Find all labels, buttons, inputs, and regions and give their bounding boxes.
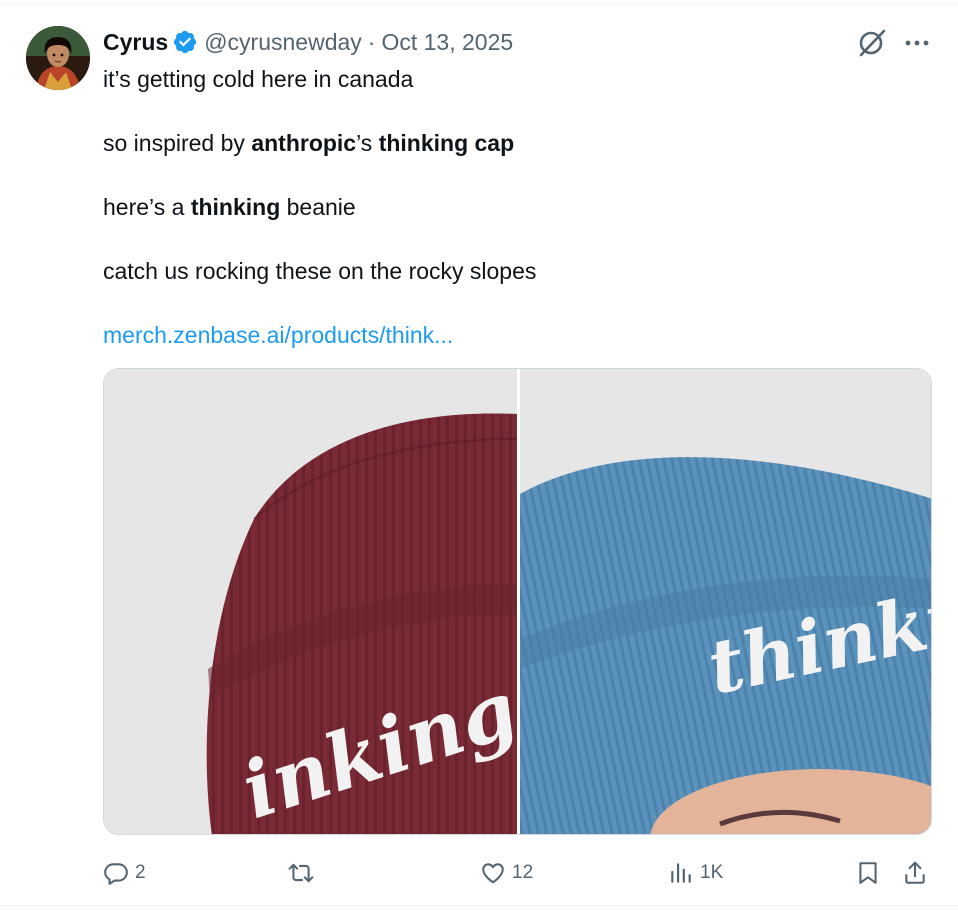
header-separator: · xyxy=(367,28,376,55)
views-count: 1K xyxy=(700,862,724,883)
tweet-line-4-text: catch us rocking these on the rocky slop… xyxy=(103,258,537,284)
tweet-header: Cyrus @cyrusnewday · Oct 13, 2025 xyxy=(103,27,513,57)
bottom-divider xyxy=(0,905,958,906)
product-link[interactable]: merch.zenbase.ai/products/think... xyxy=(103,322,453,348)
bookmark-icon xyxy=(859,862,877,884)
like-count: 12 xyxy=(512,862,534,883)
tweet-link-line: merch.zenbase.ai/products/think... xyxy=(103,319,933,351)
media-image-blue-beanie[interactable]: thinki xyxy=(520,369,931,834)
tweet-line-2: so inspired by anthropic’s thinking cap xyxy=(103,127,933,159)
more-options-icon[interactable] xyxy=(903,33,931,53)
reply-count: 2 xyxy=(135,862,146,883)
avatar[interactable] xyxy=(26,26,90,90)
like-button[interactable]: 12 xyxy=(480,853,533,893)
reply-icon xyxy=(104,863,128,885)
tweet-line-3-bold-thinking: thinking xyxy=(190,194,281,220)
views-chart-icon xyxy=(671,863,691,883)
author-handle[interactable]: @cyrusnewday xyxy=(204,29,362,56)
verified-badge-icon[interactable] xyxy=(172,29,198,55)
media-image-maroon-beanie[interactable]: inking xyxy=(104,369,517,834)
tweet-line-3: here’s a thinking beanie xyxy=(103,191,933,223)
bookmark-button[interactable] xyxy=(855,853,881,893)
tweet-line-4: catch us rocking these on the rocky slop… xyxy=(103,255,933,287)
tweet-line-2-part-c: ’s xyxy=(356,130,379,156)
profile-avatar-icon xyxy=(26,26,90,90)
grok-icon[interactable] xyxy=(857,28,889,58)
retweet-button[interactable] xyxy=(288,853,320,893)
tweet-actions: 2 12 1K xyxy=(103,853,933,893)
author-display-name[interactable]: Cyrus xyxy=(103,29,168,56)
media-gallery[interactable]: inking thinki xyxy=(103,368,932,835)
reply-button[interactable]: 2 xyxy=(103,853,146,893)
top-divider xyxy=(0,4,958,5)
retweet-icon xyxy=(288,863,314,883)
share-button[interactable] xyxy=(902,853,928,893)
tweet-line-3-part-a: here’s a xyxy=(103,194,191,220)
tweet-line-2-bold-anthropic: anthropic xyxy=(251,130,357,156)
tweet-date[interactable]: Oct 13, 2025 xyxy=(381,29,513,56)
share-icon xyxy=(905,861,925,884)
tweet-line-1: it’s getting cold here in canada xyxy=(103,63,933,95)
heart-icon xyxy=(482,863,504,884)
tweet-line-3-part-c: beanie xyxy=(280,194,356,220)
tweet-text: it’s getting cold here in canada so insp… xyxy=(103,63,933,351)
tweet-line-1-text: it’s getting cold here in canada xyxy=(103,66,414,92)
tweet-line-2-part-a: so inspired by xyxy=(103,130,252,156)
tweet-line-2-bold-thinking-cap: thinking cap xyxy=(378,130,515,156)
views-button[interactable]: 1K xyxy=(668,853,723,893)
